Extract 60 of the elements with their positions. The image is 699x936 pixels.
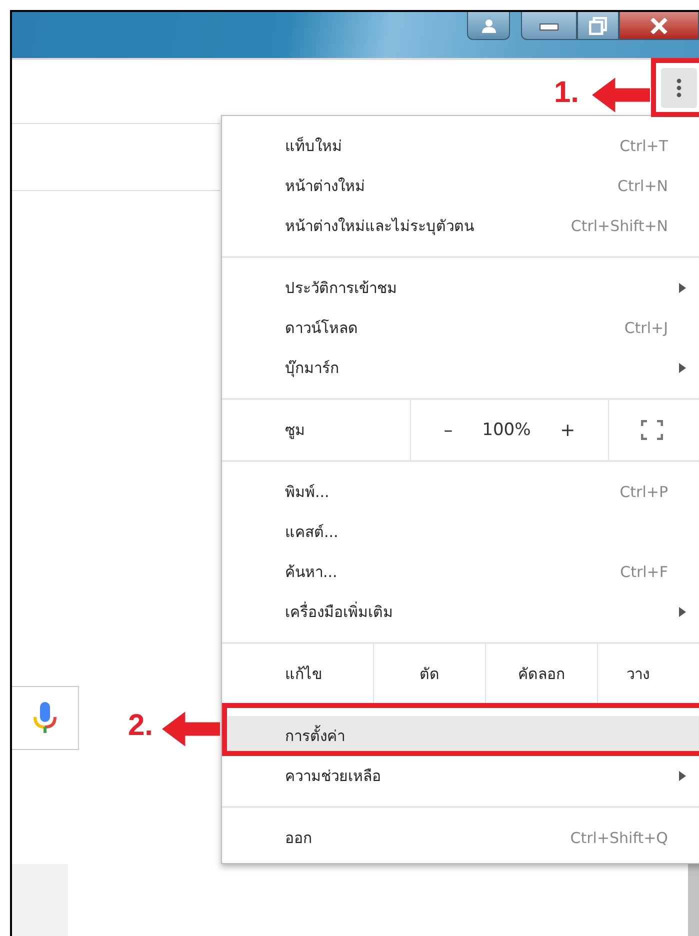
menu-item[interactable]: ประวัติการเข้าชม <box>222 268 699 308</box>
step-number: 1. <box>554 76 580 110</box>
menu-item[interactable]: หน้าต่างใหม่และไม่ระบุตัวตน Ctrl+Shift+N <box>222 206 699 246</box>
minimize-button[interactable] <box>521 12 577 40</box>
restore-icon <box>589 16 607 34</box>
page-panel <box>12 864 68 936</box>
menu-item-label: บุ๊กมาร์ก <box>285 358 340 380</box>
menu-item-label: ประวัติการเข้าชม <box>285 278 398 299</box>
menu-item-label: พิมพ์... <box>285 482 330 503</box>
edit-label: แก้ไข <box>285 664 322 685</box>
close-icon <box>649 18 669 34</box>
close-button[interactable] <box>619 12 699 40</box>
restore-button[interactable] <box>577 12 619 40</box>
menu-item[interactable]: หน้าต่างใหม่ Ctrl+N <box>222 166 699 206</box>
paste-button[interactable]: วาง <box>597 644 699 704</box>
microphone-icon <box>32 701 58 735</box>
step-number: 2. <box>128 709 154 743</box>
menu-item[interactable]: ค้นหา... Ctrl+F <box>222 552 699 592</box>
menu-item[interactable]: พิมพ์... Ctrl+P <box>222 472 699 512</box>
menu-item-label: ดาวน์โหลด <box>285 318 359 339</box>
shortcut-label: Ctrl+F <box>620 563 668 581</box>
shortcut-label: Ctrl+Shift+N <box>570 217 668 235</box>
fullscreen-icon <box>641 420 663 440</box>
search-field[interactable] <box>12 686 79 750</box>
menu-item-label: ค้นหา... <box>285 562 338 583</box>
menu-item[interactable]: ออก Ctrl+Shift+Q <box>222 818 699 858</box>
menu-item-label: แท็บใหม่ <box>285 136 343 157</box>
zoom-label: ซูม <box>285 420 305 441</box>
shortcut-label: Ctrl+J <box>624 319 668 337</box>
annotation-arrow <box>592 75 650 115</box>
zoom-level: 100% <box>482 420 531 440</box>
menu-item-label: เครื่องมือเพิ่มเติม <box>285 600 394 623</box>
menu-icon <box>676 78 682 98</box>
menu-button[interactable] <box>661 68 697 108</box>
cut-button[interactable]: ตัด <box>373 644 485 704</box>
shortcut-label: Ctrl+P <box>620 483 668 501</box>
fullscreen-button[interactable] <box>639 418 665 442</box>
menu-item-label: ออก <box>285 828 313 849</box>
highlight-frame <box>651 58 699 117</box>
menu-item-label: แคสต์... <box>285 522 340 543</box>
menu-item-label: การตั้งค่า <box>285 724 346 747</box>
copy-button[interactable]: คัดลอก <box>485 644 597 704</box>
menu-item-label: หน้าต่างใหม่และไม่ระบุตัวตน <box>285 216 475 238</box>
menu-item[interactable]: แคสต์... <box>222 512 699 552</box>
person-icon <box>480 18 496 34</box>
zoom-in-button[interactable]: + <box>552 416 584 444</box>
menu-item[interactable]: แท็บใหม่ Ctrl+T <box>222 126 699 166</box>
zoom-out-button[interactable]: – <box>436 416 461 444</box>
menu-item[interactable]: บุ๊กมาร์ก <box>222 348 699 388</box>
menu-item[interactable]: เครื่องมือเพิ่มเติม <box>222 592 699 632</box>
shortcut-label: Ctrl+Shift+Q <box>570 829 668 847</box>
menu-item[interactable]: ดาวน์โหลด Ctrl+J <box>222 308 699 348</box>
profile-button[interactable] <box>467 12 510 40</box>
menu-item[interactable]: ความช่วยเหลือ <box>222 756 699 796</box>
menu-item-label: ความช่วยเหลือ <box>285 766 382 787</box>
annotation-arrow <box>162 709 220 749</box>
minimize-icon <box>539 20 559 30</box>
shortcut-label: Ctrl+T <box>620 137 668 155</box>
shortcut-label: Ctrl+N <box>618 177 668 195</box>
menu-item-label: หน้าต่างใหม่ <box>285 176 366 197</box>
